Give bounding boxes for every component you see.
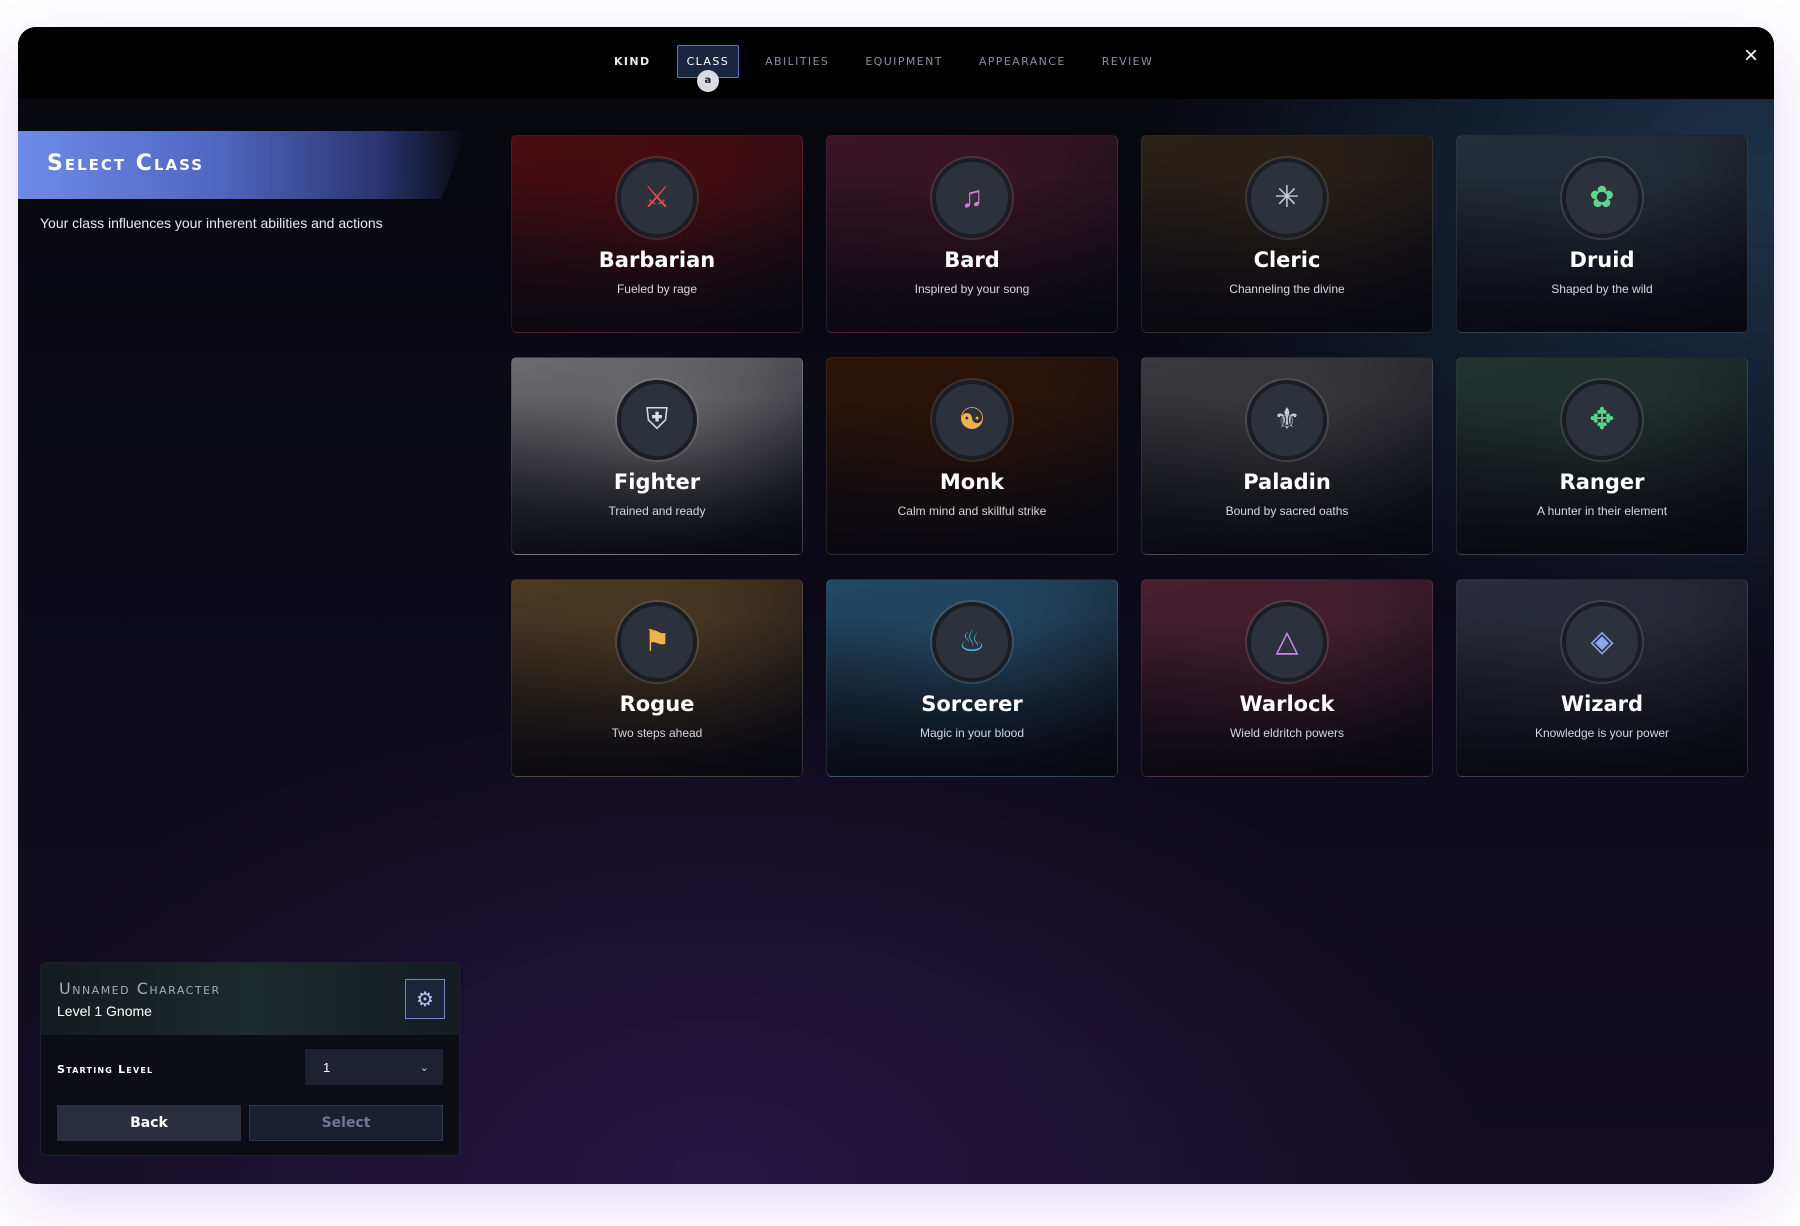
character-avatar[interactable]: ⚙ [405, 979, 445, 1019]
class-subtitle: Bound by sacred oaths [1225, 504, 1349, 518]
class-subtitle: Trained and ready [608, 504, 706, 518]
helm-icon: ⛨ [645, 403, 669, 436]
class-card-cleric[interactable]: ✳ Cleric Channeling the divine [1141, 135, 1433, 333]
class-subtitle: A hunter in their element [1536, 504, 1668, 518]
radiance-icon: ✳ [1274, 181, 1300, 214]
section-description: Your class influences your inherent abil… [40, 215, 383, 231]
keyboard-hint-badge: a [696, 69, 719, 92]
class-card-bard[interactable]: ♫ Bard Inspired by your song [826, 135, 1118, 333]
page-title: Select Class [47, 151, 205, 176]
class-card-barbarian[interactable]: ⚔ Barbarian Fueled by rage [511, 135, 803, 333]
class-card-fighter[interactable]: ⛨ Fighter Trained and ready [511, 357, 803, 555]
class-emblem: ⚑ [617, 602, 697, 682]
class-name: Barbarian [598, 248, 716, 272]
class-subtitle: Wield eldritch powers [1229, 726, 1345, 740]
tab-class[interactable]: CLASS a [676, 44, 740, 92]
character-header: Unnamed Character Level 1 Gnome ⚙ [41, 963, 459, 1035]
paw-icon: ✿ [1589, 181, 1615, 214]
class-emblem: ✿ [1562, 158, 1642, 238]
tab-review[interactable]: REVIEW [1092, 45, 1164, 78]
class-card-druid[interactable]: ✿ Druid Shaped by the wild [1456, 135, 1748, 333]
class-grid: ⚔ Barbarian Fueled by rage ♫ Bard Inspired by… [511, 135, 1748, 777]
class-name: Rogue [619, 692, 695, 716]
class-subtitle: Two steps ahead [611, 726, 703, 740]
class-emblem: △ [1247, 602, 1327, 682]
close-icon[interactable]: × [1736, 41, 1766, 71]
gnome-emblem-icon: ⚙ [416, 988, 434, 1011]
class-name: Ranger [1559, 470, 1645, 494]
class-emblem: ✥ [1562, 380, 1642, 460]
tab-label: APPEARANCE [978, 54, 1066, 68]
class-name: Druid [1569, 248, 1635, 272]
class-name: Sorcerer [921, 692, 1023, 716]
class-subtitle: Channeling the divine [1229, 282, 1345, 296]
character-summary-panel: Unnamed Character Level 1 Gnome ⚙ Starti… [40, 962, 460, 1156]
class-card-paladin[interactable]: ⚜ Paladin Bound by sacred oaths [1141, 357, 1433, 555]
class-subtitle: Shaped by the wild [1551, 282, 1653, 296]
tab-label: ABILITIES [765, 54, 830, 68]
class-name: Cleric [1253, 248, 1321, 272]
select-button[interactable]: Select [249, 1105, 443, 1141]
class-emblem: ☯ [932, 380, 1012, 460]
dagger-icon: ⚑ [643, 625, 671, 658]
tab-appearance[interactable]: APPEARANCE [969, 45, 1076, 78]
meditation-icon: ☯ [958, 403, 986, 436]
class-subtitle: Fueled by rage [616, 282, 698, 296]
character-creator-window: KIND CLASS a ABILITIES EQUIPMENT APPEARANCE RE… [18, 27, 1774, 1184]
class-card-monk[interactable]: ☯ Monk Calm mind and skillful strike [826, 357, 1118, 555]
class-name: Warlock [1239, 692, 1335, 716]
class-emblem: ♫ [932, 158, 1012, 238]
class-subtitle: Calm mind and skillful strike [897, 504, 1047, 518]
character-level-line: Level 1 Gnome [57, 1003, 152, 1019]
class-emblem: ✳ [1247, 158, 1327, 238]
class-name: Paladin [1243, 470, 1331, 494]
starting-level-value: 1 [323, 1059, 331, 1075]
class-name: Fighter [613, 470, 701, 494]
tab-label: REVIEW [1101, 54, 1154, 68]
class-name: Wizard [1560, 692, 1644, 716]
chevron-down-icon: ⌄ [419, 1061, 429, 1074]
top-nav-bar: KIND CLASS a ABILITIES EQUIPMENT APPEARANCE RE… [18, 27, 1774, 99]
class-card-ranger[interactable]: ✥ Ranger A hunter in their element [1456, 357, 1748, 555]
starting-level-dropdown[interactable]: 1 ⌄ [305, 1049, 443, 1085]
class-emblem: ⚜ [1247, 380, 1327, 460]
paw-arrows-icon: ✥ [1589, 403, 1615, 436]
class-subtitle: Inspired by your song [914, 282, 1030, 296]
class-emblem: ⛨ [617, 380, 697, 460]
class-subtitle: Knowledge is your power [1534, 726, 1670, 740]
tab-abilities[interactable]: ABILITIES [755, 45, 839, 78]
class-name: Bard [944, 248, 1000, 272]
class-name: Monk [939, 470, 1005, 494]
flame-icon: ♨ [958, 625, 986, 658]
class-subtitle: Magic in your blood [919, 726, 1025, 740]
lute-icon: ♫ [960, 181, 984, 214]
class-card-warlock[interactable]: △ Warlock Wield eldritch powers [1141, 579, 1433, 777]
class-emblem: ♨ [932, 602, 1012, 682]
starting-level-label: Starting Level [57, 1063, 154, 1076]
class-emblem: ⚔ [617, 158, 697, 238]
tab-equipment[interactable]: EQUIPMENT [855, 45, 953, 78]
rune-icon: ◈ [1590, 625, 1614, 658]
triangle-sigil-icon: △ [1275, 625, 1299, 658]
section-header: Select Class [18, 131, 468, 199]
tab-label: EQUIPMENT [865, 54, 943, 68]
axes-icon: ⚔ [643, 181, 671, 214]
class-emblem: ◈ [1562, 602, 1642, 682]
tab-label: KIND [614, 54, 651, 68]
class-card-rogue[interactable]: ⚑ Rogue Two steps ahead [511, 579, 803, 777]
class-card-wizard[interactable]: ◈ Wizard Knowledge is your power [1456, 579, 1748, 777]
back-button[interactable]: Back [57, 1105, 241, 1141]
character-name: Unnamed Character [59, 979, 221, 998]
tab-kind[interactable]: KIND [604, 45, 661, 78]
step-tabs: KIND CLASS a ABILITIES EQUIPMENT APPEARANCE RE… [604, 43, 1179, 92]
winged-sword-icon: ⚜ [1273, 403, 1301, 436]
class-card-sorcerer[interactable]: ♨ Sorcerer Magic in your blood [826, 579, 1118, 777]
tab-label: CLASS [686, 54, 730, 68]
